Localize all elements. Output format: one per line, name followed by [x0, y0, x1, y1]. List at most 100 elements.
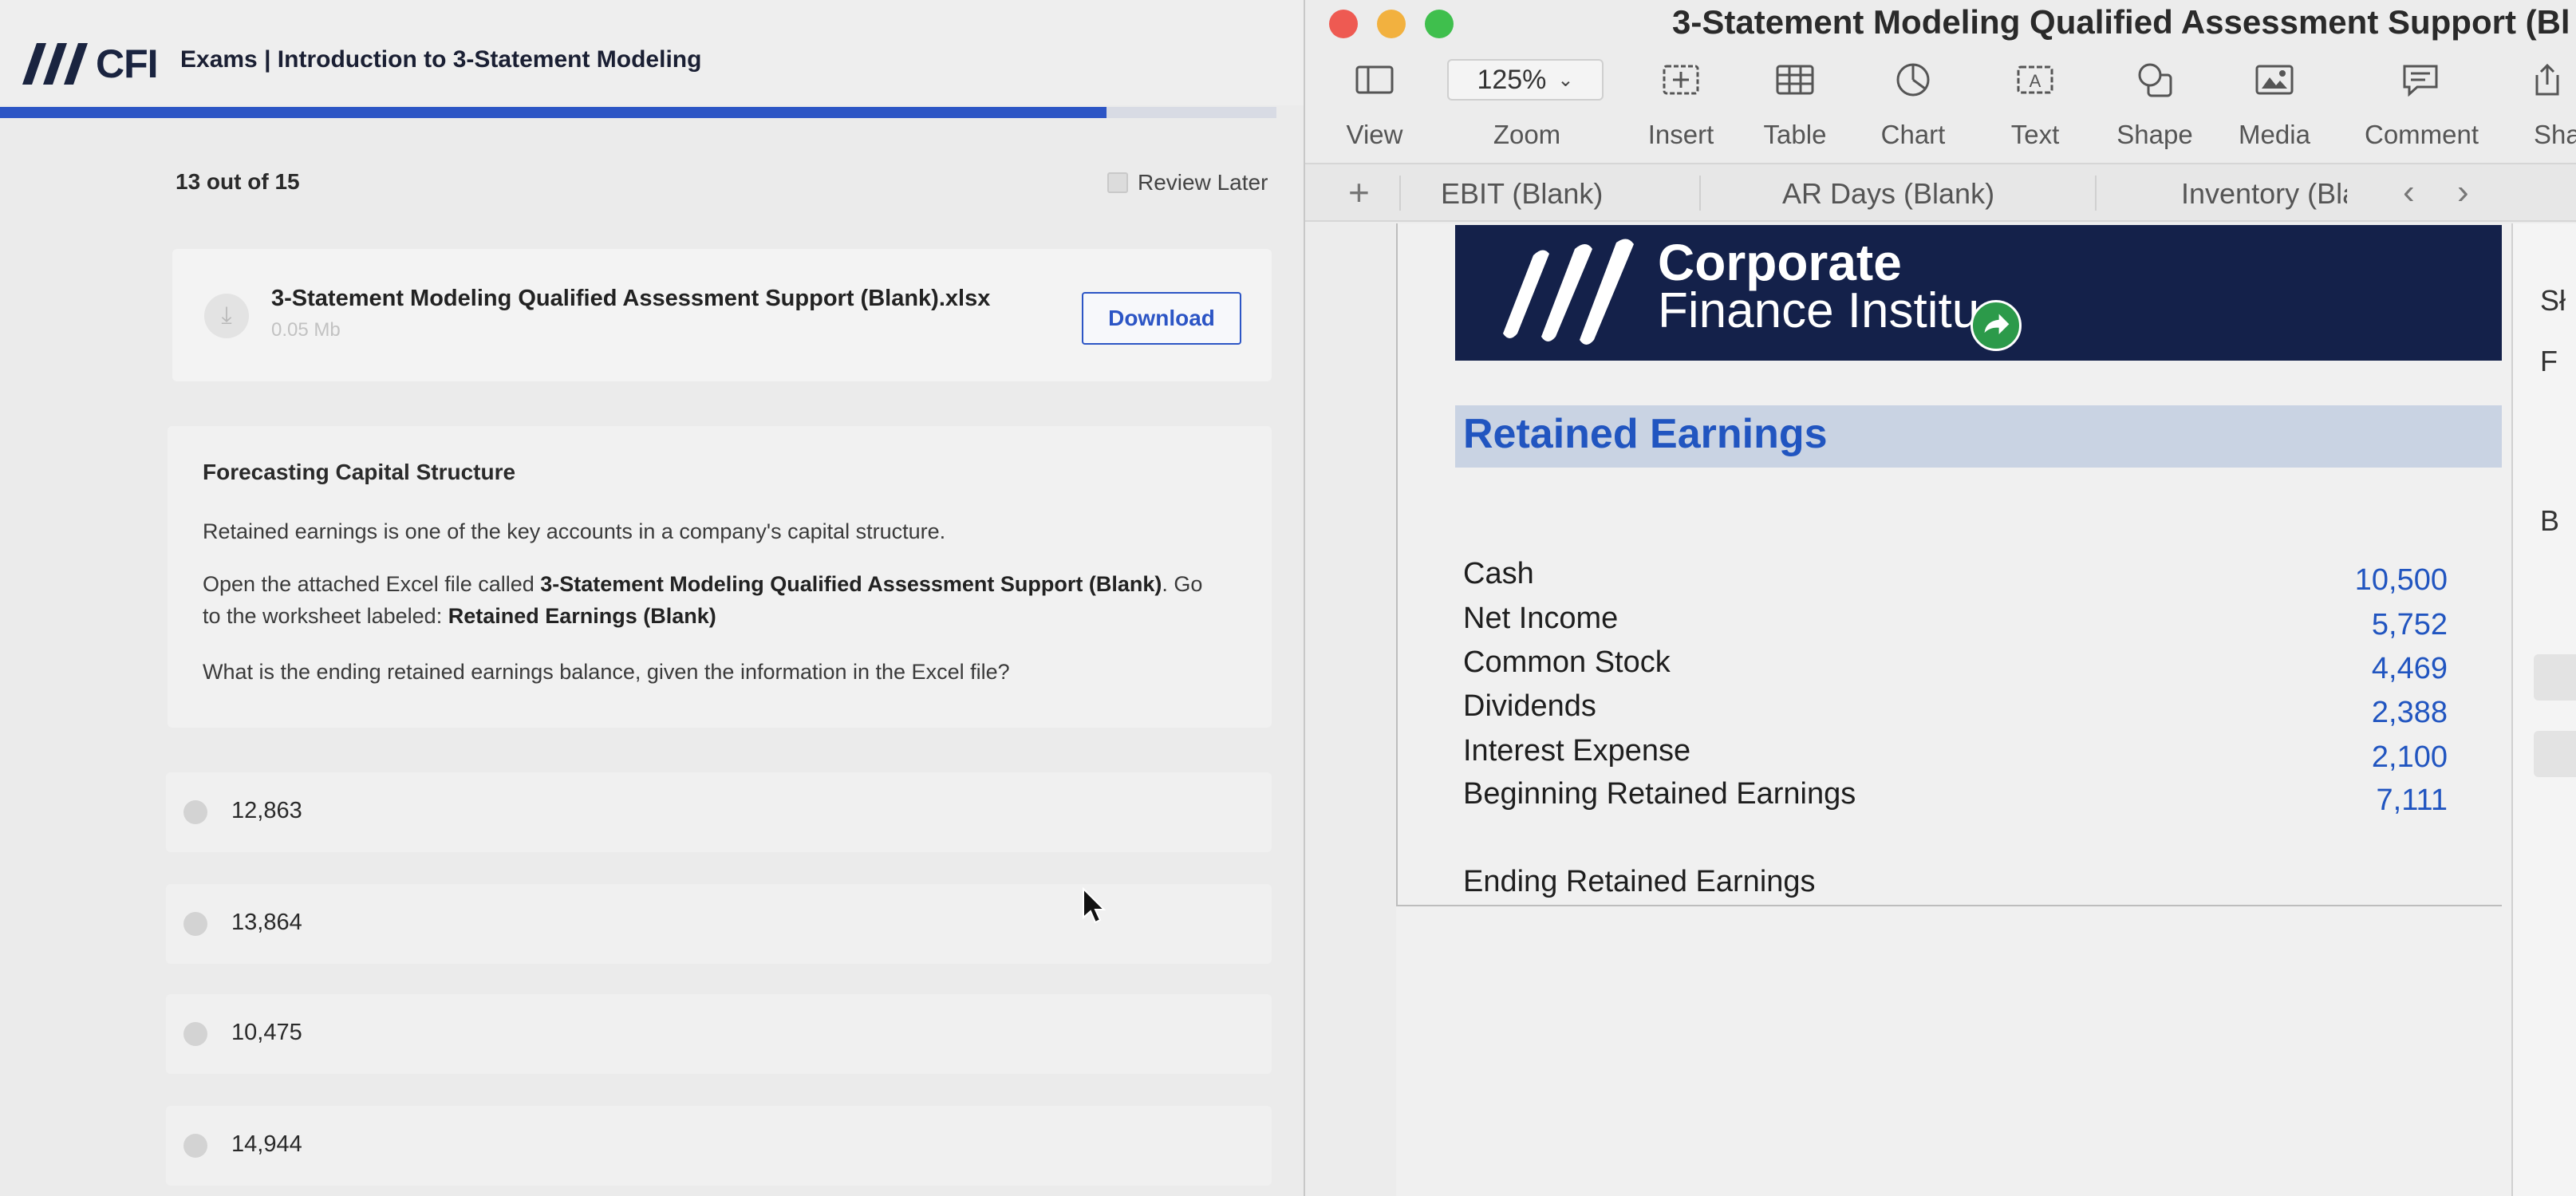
text-button[interactable]: A Text [1999, 56, 2071, 150]
question-card: Forecasting Capital Structure Retained e… [168, 426, 1272, 728]
zoom-control[interactable]: 125% ⌄ Zoom [1447, 56, 1607, 150]
cfi-banner-logo-icon [1503, 239, 1634, 345]
row-label-ending-retained-earnings[interactable]: Ending Retained Earnings [1463, 865, 1816, 899]
share-label: Sha [2534, 120, 2576, 149]
format-sidebar: Sł F B [2511, 223, 2576, 1196]
attachment-file-size: 0.05 Mb [271, 319, 341, 341]
table-icon [1776, 65, 1814, 95]
row-value-interest-expense[interactable]: 2,100 [2242, 740, 2448, 775]
row-label-common-stock[interactable]: Common Stock [1463, 645, 1671, 680]
review-later-toggle[interactable]: Review Later [1107, 170, 1268, 195]
row-value-common-stock[interactable]: 4,469 [2242, 652, 2448, 686]
sheet-bottom-border [1396, 905, 2502, 906]
text-label: Text [2010, 120, 2060, 149]
answer-option-1[interactable]: 12,863 [166, 772, 1272, 852]
window-titlebar[interactable]: 3-Statement Modeling Qualified Assessmen… [1305, 0, 2576, 48]
sidebar-text-3: B [2540, 504, 2560, 537]
shape-button[interactable]: Shape [2111, 56, 2199, 150]
answer-radio[interactable] [183, 1134, 207, 1158]
sidebar-control[interactable] [2534, 731, 2576, 777]
sheet-tab-bar: + EBIT (Blank) AR Days (Blank) Inventory… [1305, 163, 2576, 222]
instruction-file-name: 3-Statement Modeling Qualified Assessmen… [540, 572, 1162, 596]
row-label-net-income[interactable]: Net Income [1463, 602, 1618, 636]
row-label-beginning-retained-earnings[interactable]: Beginning Retained Earnings [1463, 777, 1856, 811]
window-title: 3-Statement Modeling Qualified Assessmen… [1672, 3, 2570, 41]
share-icon [2535, 63, 2559, 96]
cfi-logo-icon [22, 43, 88, 85]
sidebar-icon [1355, 65, 1394, 94]
media-button[interactable]: Media [2231, 56, 2318, 150]
media-label: Media [2239, 120, 2310, 149]
row-value-cash[interactable]: 10,500 [2242, 563, 2448, 598]
chevron-left-icon[interactable]: ‹ [2403, 172, 2415, 212]
answer-text: 10,475 [231, 1020, 302, 1045]
tab-divider [1699, 176, 1701, 211]
instruction-prefix: Open the attached Excel file called [203, 572, 541, 596]
download-button[interactable]: Download [1082, 292, 1241, 345]
question-counter: 13 out of 15 [176, 169, 300, 194]
exam-title: Exams | Introduction to 3-Statement Mode… [180, 46, 702, 73]
minimize-window-button[interactable] [1377, 10, 1406, 38]
tab-ar-days-blank[interactable]: AR Days (Blank) [1782, 177, 1994, 211]
view-button[interactable]: View [1339, 56, 1410, 150]
exam-progress-bar [0, 107, 1276, 118]
close-window-button[interactable] [1329, 10, 1358, 38]
row-value-net-income[interactable]: 5,752 [2242, 608, 2448, 642]
retained-earnings-title: Retained Earnings [1463, 411, 1828, 457]
table-button[interactable]: Table [1755, 56, 1835, 150]
tab-ebit-blank[interactable]: EBIT (Blank) [1441, 177, 1603, 211]
share-arrow-icon[interactable] [1970, 300, 2022, 351]
answer-option-2[interactable]: 13,864 [166, 884, 1272, 964]
sidebar-text-1: Sł [2540, 284, 2566, 317]
cfi-banner: Corporate Finance Institu [1455, 225, 2502, 361]
tab-divider [2095, 176, 2097, 211]
tab-divider [1399, 176, 1401, 211]
answer-option-4[interactable]: 14,944 [166, 1106, 1272, 1186]
share-button[interactable]: Sha [2534, 56, 2576, 150]
chevron-right-icon[interactable]: › [2457, 172, 2469, 212]
cfi-logo[interactable]: CFI [22, 40, 159, 88]
review-later-label: Review Later [1138, 170, 1268, 195]
tab-inventory-blank[interactable]: Inventory (Blar [2181, 177, 2347, 211]
answer-radio[interactable] [183, 912, 207, 936]
text-box-icon: A [2017, 65, 2053, 94]
insert-label: Insert [1647, 120, 1714, 149]
chart-label: Chart [1880, 120, 1946, 149]
row-value-dividends[interactable]: 2,388 [2242, 696, 2448, 730]
sidebar-text-2: F [2540, 345, 2558, 377]
instruction-sheet-name: Retained Earnings (Blank) [448, 604, 716, 628]
chevron-down-icon: ⌄ [1557, 69, 1574, 91]
toolbar: View 125% ⌄ Zoom Insert Table Chart A Tex… [1305, 56, 2576, 160]
sidebar-control[interactable] [2534, 654, 2576, 701]
answer-text: 14,944 [231, 1131, 302, 1157]
numbers-window: 3-Statement Modeling Qualified Assessmen… [1304, 0, 2576, 1196]
answer-radio[interactable] [183, 800, 207, 824]
attachment-file-name: 3-Statement Modeling Qualified Assessmen… [271, 286, 991, 311]
comment-button[interactable]: Comment [2365, 56, 2479, 150]
insert-button[interactable]: Insert [1637, 56, 1725, 150]
shape-icon [2138, 63, 2172, 97]
row-value-beginning-retained-earnings[interactable]: 7,111 [2242, 784, 2448, 818]
banner-institute-text: Finance Institu [1658, 283, 1980, 338]
svg-text:A: A [2030, 71, 2041, 91]
download-icon: ⤓ [204, 294, 249, 338]
comment-label: Comment [2365, 120, 2479, 149]
sheet-left-border [1396, 223, 1398, 906]
mouse-cursor-icon [1083, 887, 1106, 924]
row-label-dividends[interactable]: Dividends [1463, 689, 1596, 724]
row-label-interest-expense[interactable]: Interest Expense [1463, 734, 1690, 768]
insert-icon [1663, 65, 1699, 95]
sheet-canvas: Corporate Finance Institu Retained Earni… [1396, 223, 2553, 1196]
comment-icon [2403, 65, 2438, 97]
answer-text: 12,863 [231, 798, 302, 823]
row-label-cash[interactable]: Cash [1463, 557, 1534, 591]
zoom-label: Zoom [1493, 120, 1561, 149]
zoom-window-button[interactable] [1425, 10, 1454, 38]
review-later-checkbox[interactable] [1107, 172, 1128, 193]
zoom-dropdown[interactable]: 125% ⌄ [1447, 59, 1604, 101]
question-intro: Retained earnings is one of the key acco… [203, 519, 946, 543]
chart-button[interactable]: Chart [1873, 56, 1953, 150]
answer-radio[interactable] [183, 1022, 207, 1046]
add-sheet-button[interactable]: + [1348, 171, 1370, 214]
answer-option-3[interactable]: 10,475 [166, 994, 1272, 1074]
